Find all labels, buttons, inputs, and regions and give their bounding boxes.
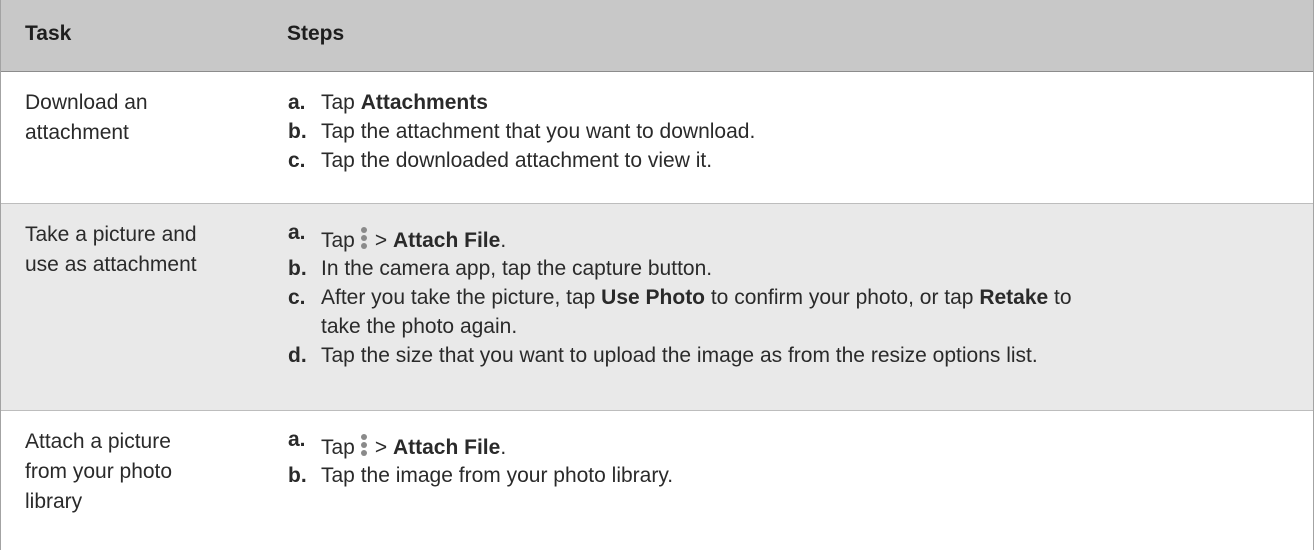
step-bold-text: Use Photo xyxy=(601,286,706,309)
step-bold-text: Retake xyxy=(979,286,1049,309)
step-item: c. Tap the downloaded attachment to view… xyxy=(288,146,1298,175)
header-steps: Steps xyxy=(287,22,345,45)
step-item: c. After you take the picture, tap Use P… xyxy=(288,283,1298,341)
step-text: to xyxy=(1048,286,1072,309)
step-text: Tap xyxy=(321,229,355,252)
table-header-row: Task Steps xyxy=(1,0,1313,72)
step-item: d. Tap the size that you want to upload … xyxy=(288,341,1298,370)
step-text: Tap xyxy=(321,91,361,114)
step-text: to confirm your photo, or tap xyxy=(705,286,980,309)
step-separator: > xyxy=(374,436,388,459)
task-text-line: from your photo xyxy=(25,460,173,483)
task-text-line: Download an xyxy=(25,91,148,114)
step-text: Tap the attachment that you want to down… xyxy=(321,120,756,143)
steps-cell: a. Tap Attachments b. Tap the attachment… xyxy=(288,88,1298,175)
steps-cell: a. Tap > Attach File. b. Tap the image fr… xyxy=(288,425,1298,490)
task-cell: Download an attachment xyxy=(25,88,260,148)
task-text-line: library xyxy=(25,490,83,513)
step-text: take the photo again. xyxy=(321,315,518,338)
task-cell: Attach a picture from your photo library xyxy=(25,427,260,517)
step-text: . xyxy=(500,436,507,459)
task-text-line: use as attachment xyxy=(25,253,197,276)
step-text: Tap the downloaded attachment to view it… xyxy=(321,149,713,172)
step-item: a. Tap > Attach File. xyxy=(288,425,1298,461)
steps-cell: a. Tap > Attach File. b. In the camera ap… xyxy=(288,218,1298,370)
step-letter: a. xyxy=(288,221,306,244)
step-text: Tap the image from your photo library. xyxy=(321,464,674,487)
vertical-ellipsis-icon xyxy=(360,434,368,456)
table-row: Attach a picture from your photo library… xyxy=(1,411,1313,550)
step-text: Tap the size that you want to upload the… xyxy=(321,344,1038,367)
step-bold-text: Attach File xyxy=(392,436,501,459)
step-text: After you take the picture, tap xyxy=(321,286,602,309)
step-item: b. In the camera app, tap the capture bu… xyxy=(288,254,1298,283)
task-cell: Take a picture and use as attachment xyxy=(25,220,260,280)
step-letter: a. xyxy=(288,428,306,451)
steps-table: Task Steps Download an attachment a. Tap… xyxy=(0,0,1314,550)
step-item: b. Tap the image from your photo library… xyxy=(288,461,1298,490)
table-row: Download an attachment a. Tap Attachment… xyxy=(1,72,1313,204)
step-separator: > xyxy=(374,229,388,252)
step-letter: a. xyxy=(288,91,306,114)
step-bold-text: Attachments xyxy=(360,91,488,114)
step-text: . xyxy=(500,229,507,252)
step-bold-text: Attach File xyxy=(392,229,501,252)
header-task: Task xyxy=(25,22,72,45)
step-item: a. Tap > Attach File. xyxy=(288,218,1298,254)
task-text-line: Take a picture and xyxy=(25,223,197,246)
step-text: In the camera app, tap the capture butto… xyxy=(321,257,713,280)
table-row: Take a picture and use as attachment a. … xyxy=(1,204,1313,411)
step-letter: b. xyxy=(288,464,307,487)
step-item: a. Tap Attachments xyxy=(288,88,1298,117)
step-text: Tap xyxy=(321,436,355,459)
step-letter: d. xyxy=(288,344,307,367)
step-item: b. Tap the attachment that you want to d… xyxy=(288,117,1298,146)
step-letter: b. xyxy=(288,257,307,280)
task-text-line: attachment xyxy=(25,121,129,144)
step-letter: b. xyxy=(288,120,307,143)
task-text-line: Attach a picture xyxy=(25,430,171,453)
vertical-ellipsis-icon xyxy=(360,227,368,249)
step-letter: c. xyxy=(288,149,306,172)
step-letter: c. xyxy=(288,286,306,309)
